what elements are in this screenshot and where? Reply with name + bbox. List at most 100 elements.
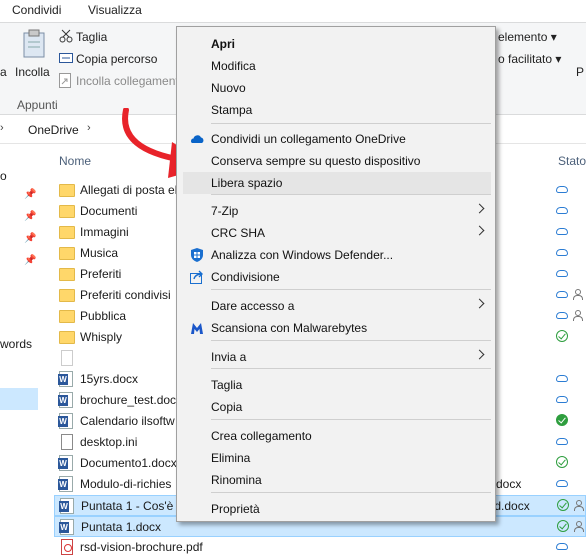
menu-item-libera-spazio[interactable]: Libera spazio [183,172,491,194]
cloud-icon [556,312,568,319]
pin-icon[interactable]: 📌 [24,255,36,266]
nav-partial-label[interactable]: o [0,169,7,183]
submenu-chevron-icon [474,225,485,236]
menu-item-label: Analizza con Windows Defender... [211,248,394,262]
sync-status [556,539,582,555]
word-document-icon [59,498,74,514]
ribbon-partial-label: a [0,65,7,79]
menu-item-apri[interactable]: Apri [183,33,491,55]
pin-icon[interactable]: 📌 [24,211,36,222]
shared-person-icon [573,289,583,300]
column-header-status[interactable]: Stato [558,154,586,168]
cut-button[interactable]: Taglia [76,30,107,44]
menu-item-invia-a[interactable]: Invia a [183,346,491,368]
file-name: Immagini [80,225,129,239]
copy-path-icon [59,53,73,63]
ribbon-right-partial: P [576,65,585,79]
onedrive-cloud-icon [189,131,205,147]
sync-status [557,498,584,514]
breadcrumb-onedrive[interactable]: OneDrive [28,123,79,137]
menu-item-label: 7-Zip [211,204,239,218]
ribbon-right-item-1-label: elemento [498,30,548,44]
menu-item-label: Condividi un collegamento OneDrive [211,132,406,146]
tab-visualizza[interactable]: Visualizza [88,3,142,17]
menu-item-scansiona-con-malwarebytes[interactable]: Scansiona con Malwarebytes [183,317,491,339]
paste-button[interactable]: Incolla [15,65,50,79]
sync-status [556,266,582,282]
menu-item-condividi-un-collegamento-onedrive[interactable]: Condividi un collegamento OneDrive [183,128,491,150]
word-document-icon [58,413,73,429]
sync-status [556,476,582,492]
menu-item-label: Elimina [211,451,251,465]
menu-item-crea-collegamento[interactable]: Crea collegamento [183,425,491,447]
menu-separator [211,368,491,369]
menu-item-elimina[interactable]: Elimina [183,447,491,469]
file-row[interactable]: rsd-vision-brochure.pdf [54,537,586,556]
file-name: Whisply [80,330,123,344]
menu-item-rinomina[interactable]: Rinomina [183,469,491,491]
menu-item-label: Copia [211,400,243,414]
pin-icon[interactable]: 📌 [24,233,36,244]
menu-separator [211,123,491,124]
word-document-icon [59,519,74,535]
file-name: Puntata 1 - Cos'è A [81,499,185,513]
word-document-icon [58,371,73,387]
file-name: brochure_test.docx [80,393,183,407]
file-name: 15yrs.docx [80,372,139,386]
menu-item-label: Taglia [211,378,243,392]
folder-icon [59,184,75,197]
menu-item-label: Proprietà [211,502,260,516]
menu-item-label: Invia a [211,350,247,364]
ribbon-right-item-1[interactable]: elemento ▾ [498,30,557,44]
file-icon [61,350,73,366]
windows-defender-icon [189,247,205,263]
column-header-name[interactable]: Nome [59,154,91,168]
file-name: Calendario ilsoftw [80,414,175,428]
pdf-file-icon [61,539,73,555]
menu-item-nuovo[interactable]: Nuovo [183,77,491,99]
menu-item-dare-accesso-a[interactable]: Dare accesso a [183,295,491,317]
tab-condividi[interactable]: Condividi [12,3,61,17]
ribbon-right-item-2[interactable]: o facilitato ▾ [498,52,561,66]
menu-item-condivisione[interactable]: Condivisione [183,266,491,288]
menu-item-taglia[interactable]: Taglia [183,374,491,396]
menu-item-crc-sha[interactable]: CRC SHA [183,222,491,244]
menu-item-analizza-con-windows-defender[interactable]: Analizza con Windows Defender... [183,244,491,266]
nav-partial-label[interactable]: words [0,337,32,351]
menu-item-label: Scansiona con Malwarebytes [211,321,368,335]
menu-item-copia[interactable]: Copia [183,396,491,418]
menu-item-stampa[interactable]: Stampa [183,99,491,121]
file-name: Pubblica [80,309,127,323]
menu-item-conserva-sempre-su-questo-dispositivo[interactable]: Conserva sempre su questo dispositivo [183,150,491,172]
synced-check-icon [556,414,568,426]
menu-separator [211,419,491,420]
cloud-icon [556,480,568,487]
menu-item-modifica[interactable]: Modifica [183,55,491,77]
file-name: Puntata 1.docx [81,520,162,534]
submenu-chevron-icon [474,203,485,214]
copy-path-button[interactable]: Copia percorso [76,52,157,66]
shared-person-icon [573,310,583,321]
folder-icon [59,310,75,323]
folder-icon [59,205,75,218]
sync-status [556,392,582,408]
menu-item-label: Dare accesso a [211,299,295,313]
menu-item-label: Crea collegamento [211,429,312,443]
file-name: Preferiti [80,267,122,281]
cloud-icon [556,207,568,214]
submenu-chevron-icon [474,349,485,360]
sync-status [556,434,582,450]
cloud-icon [556,249,568,256]
menu-item-7-zip[interactable]: 7-Zip [183,200,491,222]
file-name: Documento1.docx [80,456,177,470]
menu-item-proprieta[interactable]: Proprietà [183,498,491,520]
nav-selected-item[interactable] [0,388,38,410]
cloud-icon [556,396,568,403]
paste-shortcut-button[interactable]: Incolla collegamento [76,74,185,88]
cloud-icon [556,228,568,235]
sync-status [556,182,582,198]
folder-icon [59,226,75,239]
pin-icon[interactable]: 📌 [24,189,36,200]
malwarebytes-icon [189,320,205,336]
folder-icon [59,331,75,344]
